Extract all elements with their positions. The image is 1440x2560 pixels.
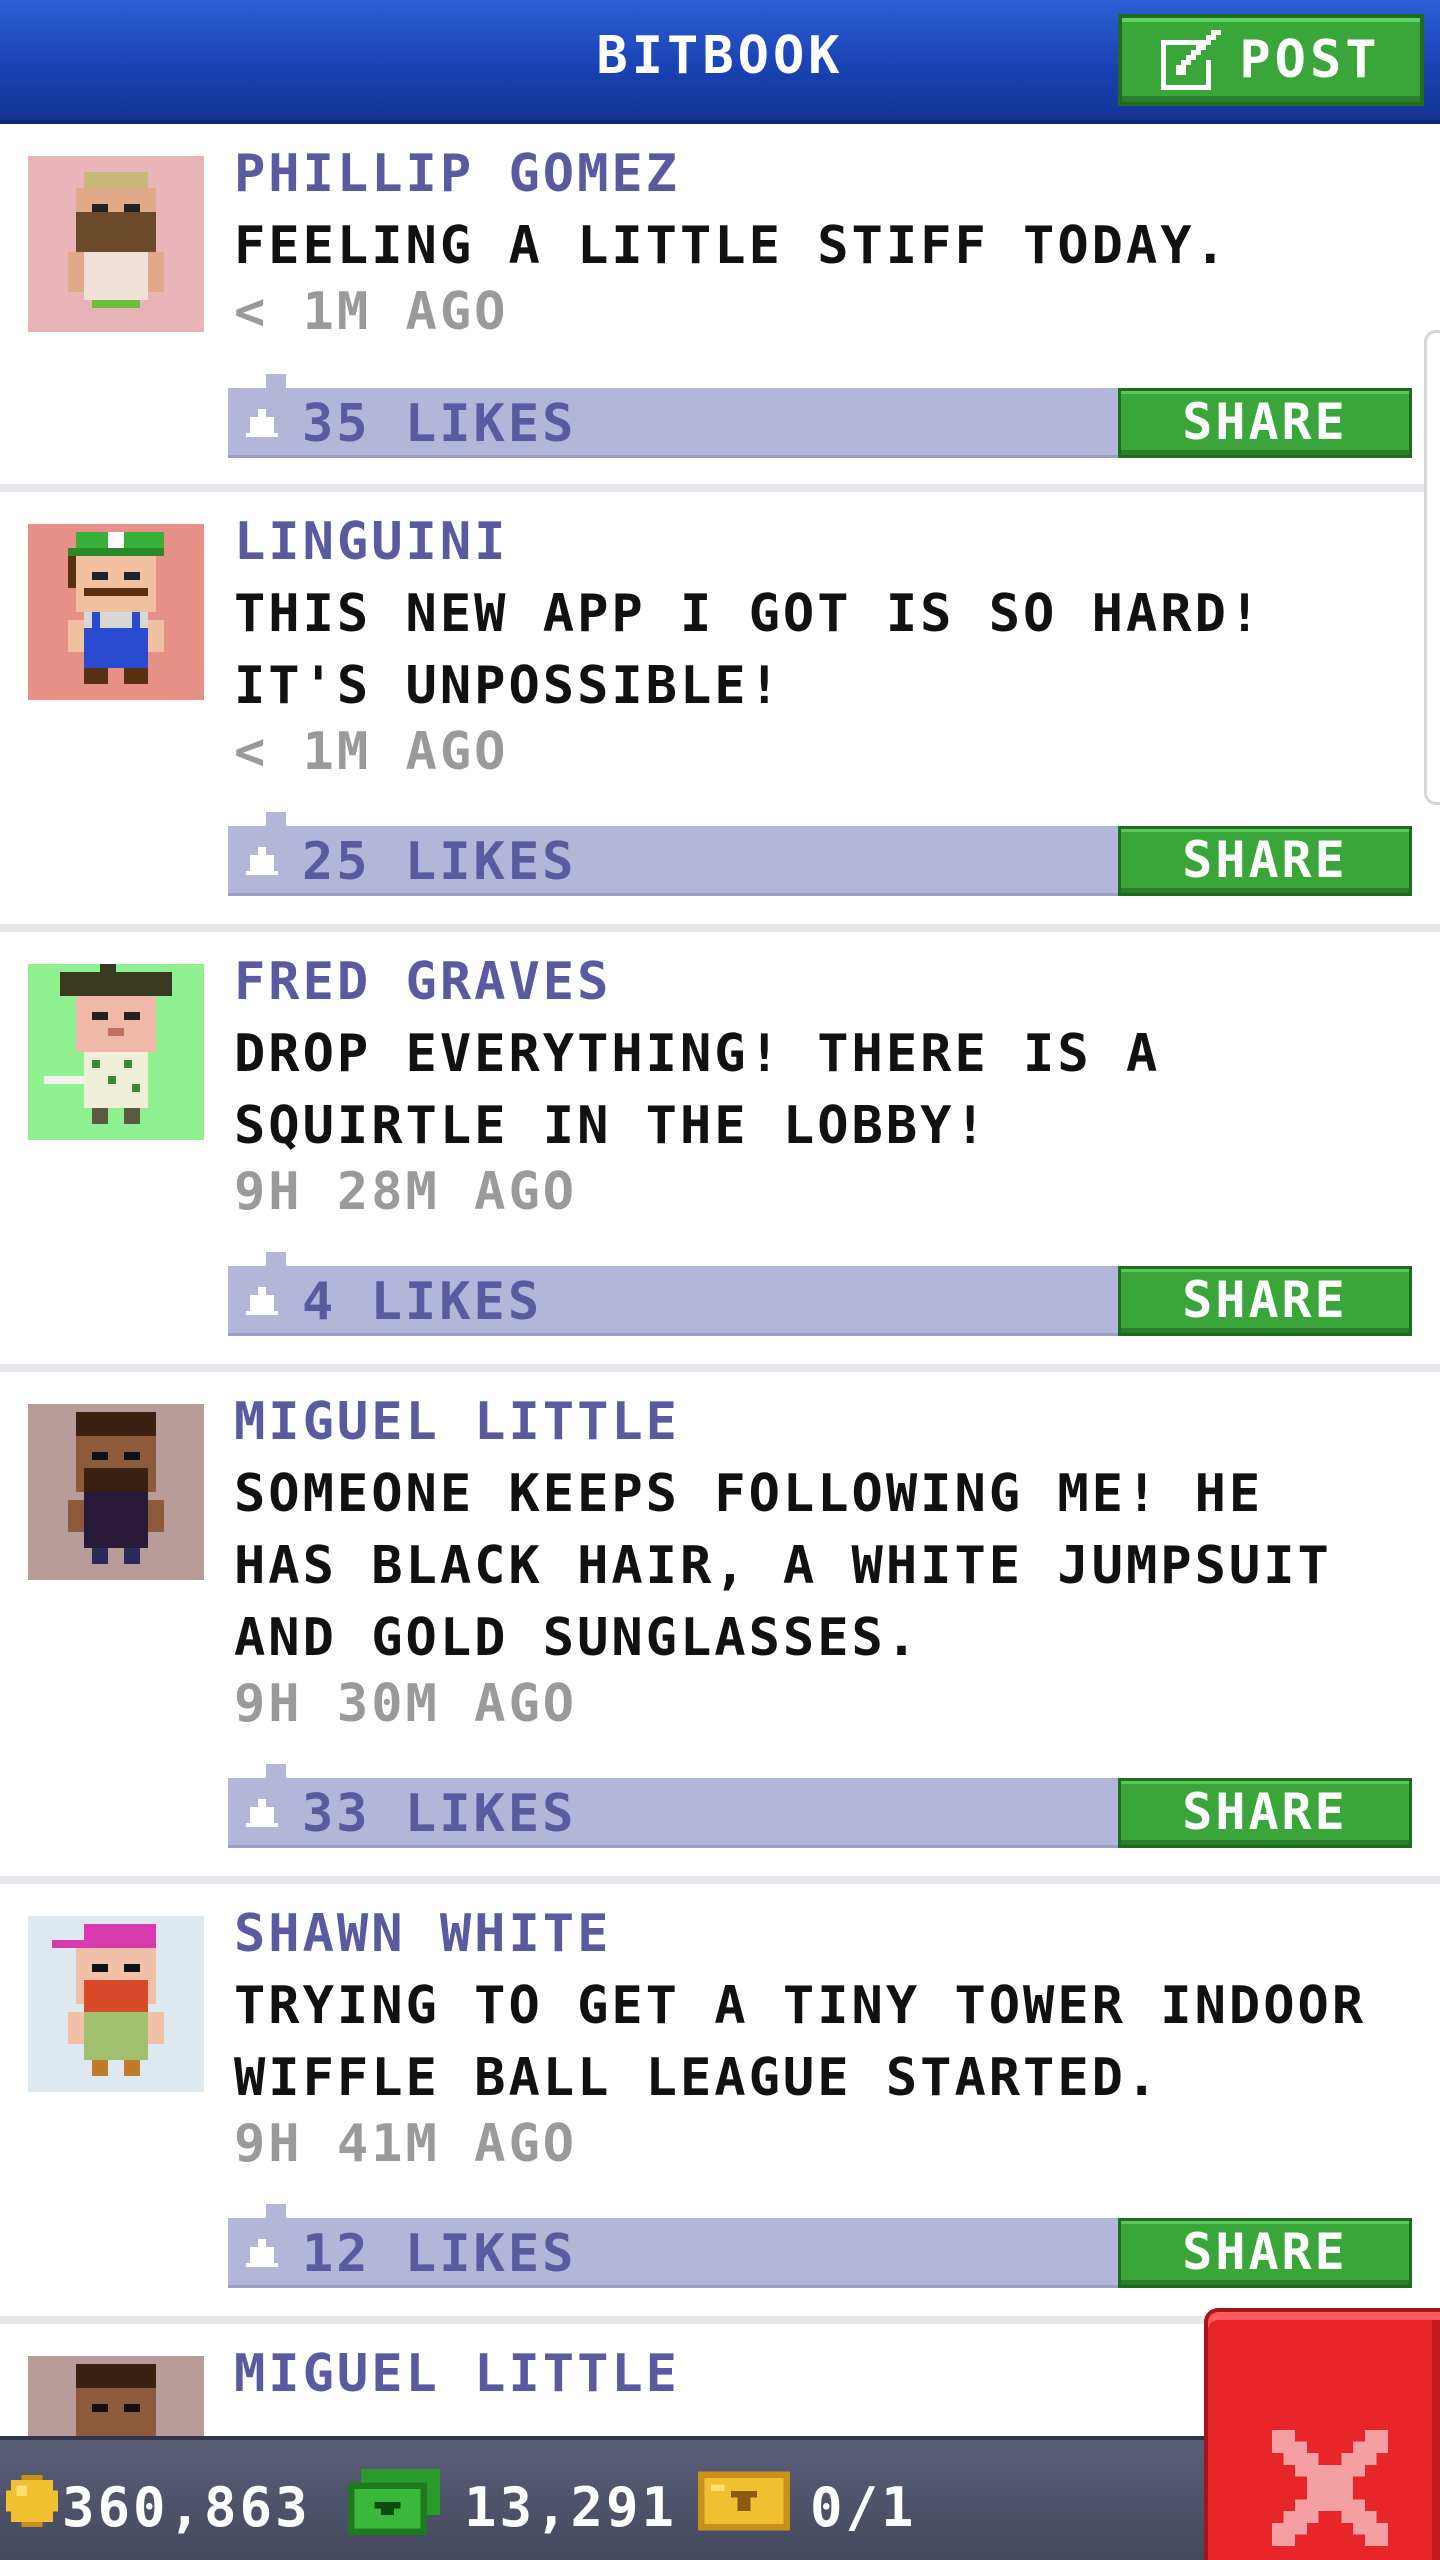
post-time: 9H 28M AGO bbox=[234, 1162, 578, 1222]
feed-post: SHAWN WHITE TRYING TO GET A TINY TOWER I… bbox=[0, 1884, 1440, 2324]
likes-bar-tab bbox=[266, 812, 286, 826]
post-divider bbox=[0, 484, 1440, 492]
likes-bar-tab bbox=[266, 1764, 286, 1778]
edit-icon bbox=[1161, 30, 1222, 90]
bux-balance: 13,291 bbox=[464, 2476, 678, 2539]
scrollbar[interactable] bbox=[1424, 330, 1440, 805]
share-button[interactable]: SHARE bbox=[1118, 2218, 1412, 2288]
vip-count: 0/1 bbox=[810, 2476, 917, 2539]
likes-bar: 12 LIKES SHARE bbox=[228, 2218, 1412, 2288]
thumbs-up-icon bbox=[246, 409, 278, 437]
likes-bar: 4 LIKES SHARE bbox=[228, 1266, 1412, 1336]
close-button[interactable] bbox=[1204, 2308, 1440, 2560]
likes-count: 33 LIKES bbox=[302, 1784, 577, 1844]
post-author[interactable]: FRED GRAVES bbox=[234, 952, 611, 1012]
vip-ticket-icon bbox=[698, 2471, 790, 2531]
likes-count: 35 LIKES bbox=[302, 394, 577, 454]
post-author[interactable]: MIGUEL LITTLE bbox=[234, 2344, 680, 2404]
thumbs-up-icon bbox=[246, 2239, 278, 2267]
likes-count: 12 LIKES bbox=[302, 2224, 577, 2284]
post-button-label: POST bbox=[1239, 30, 1381, 90]
post-time: < 1M AGO bbox=[234, 282, 509, 342]
thumbs-up-icon bbox=[246, 1799, 278, 1827]
post-author[interactable]: LINGUINI bbox=[234, 512, 508, 572]
feed-post: LINGUINI THIS NEW APP I GOT IS SO HARD! … bbox=[0, 492, 1440, 932]
avatar[interactable] bbox=[28, 524, 204, 700]
avatar[interactable] bbox=[28, 2356, 204, 2436]
feed-post: MIGUEL LITTLE SOMEONE KEEPS FOLLOWING ME… bbox=[0, 1372, 1440, 1884]
share-button[interactable]: SHARE bbox=[1118, 826, 1412, 896]
header-bar: BITBOOK POST bbox=[0, 0, 1440, 124]
likes-bar-tab bbox=[266, 1252, 286, 1266]
feed-post: FRED GRAVES DROP EVERYTHING! THERE IS A … bbox=[0, 932, 1440, 1372]
likes-bar-tab bbox=[266, 374, 286, 388]
likes-bar: 35 LIKES SHARE bbox=[228, 388, 1412, 458]
likes-bar: 33 LIKES SHARE bbox=[228, 1778, 1412, 1848]
post-time: 9H 41M AGO bbox=[234, 2114, 578, 2174]
close-icon bbox=[1272, 2430, 1388, 2546]
avatar[interactable] bbox=[28, 156, 204, 332]
coin-balance: 360,863 bbox=[62, 2476, 311, 2539]
likes-count: 25 LIKES bbox=[302, 832, 577, 892]
post-message: SOMEONE KEEPS FOLLOWING ME! HE HAS BLACK… bbox=[234, 1464, 1332, 1668]
avatar[interactable] bbox=[28, 1404, 204, 1580]
avatar[interactable] bbox=[28, 964, 204, 1140]
post-divider bbox=[0, 1364, 1440, 1372]
bitbook-app: BITBOOK POST PHILLIP GOMEZ FEELING A LIT… bbox=[0, 0, 1440, 2560]
avatar[interactable] bbox=[28, 1916, 204, 2092]
thumbs-up-icon bbox=[246, 847, 278, 875]
post-author[interactable]: MIGUEL LITTLE bbox=[234, 1392, 680, 1452]
share-button[interactable]: SHARE bbox=[1118, 1778, 1412, 1848]
post-message: DROP EVERYTHING! THERE IS A SQUIRTLE IN … bbox=[234, 1024, 1161, 1156]
bux-icon bbox=[348, 2469, 440, 2535]
likes-bar-tab bbox=[266, 2204, 286, 2218]
post-author[interactable]: PHILLIP GOMEZ bbox=[234, 144, 680, 204]
post-message: TRYING TO GET A TINY TOWER INDOOR WIFFLE… bbox=[234, 1976, 1367, 2108]
post-button[interactable]: POST bbox=[1118, 14, 1424, 106]
likes-count: 4 LIKES bbox=[302, 1272, 543, 1332]
feed-post: PHILLIP GOMEZ FEELING A LITTLE STIFF TOD… bbox=[0, 124, 1440, 490]
post-time: 9H 30M AGO bbox=[234, 1674, 578, 1734]
coin-icon bbox=[6, 2475, 58, 2527]
post-message: FEELING A LITTLE STIFF TODAY. bbox=[234, 216, 1229, 276]
post-author[interactable]: SHAWN WHITE bbox=[234, 1904, 611, 1964]
post-divider bbox=[0, 1876, 1440, 1884]
post-divider bbox=[0, 924, 1440, 932]
share-button[interactable]: SHARE bbox=[1118, 388, 1412, 458]
post-time: < 1M AGO bbox=[234, 722, 509, 782]
likes-bar: 25 LIKES SHARE bbox=[228, 826, 1412, 896]
share-button[interactable]: SHARE bbox=[1118, 1266, 1412, 1336]
thumbs-up-icon bbox=[246, 1287, 278, 1315]
post-message: THIS NEW APP I GOT IS SO HARD! IT'S UNPO… bbox=[234, 584, 1264, 716]
